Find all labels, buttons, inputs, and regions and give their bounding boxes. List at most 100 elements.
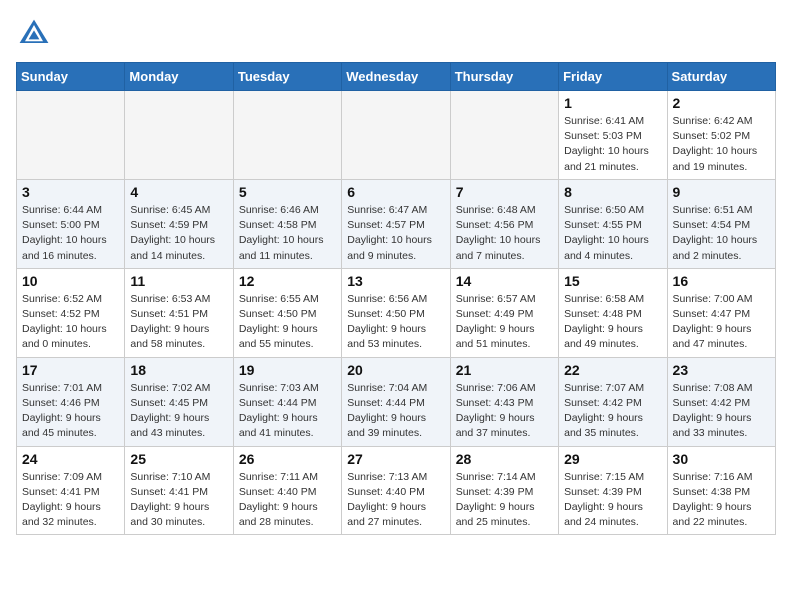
week-row-3: 10 Sunrise: 6:52 AMSunset: 4:52 PMDayligh… [17,268,776,357]
weekday-header-thursday: Thursday [450,63,558,91]
day-info: Sunrise: 7:15 AMSunset: 4:39 PMDaylight:… [564,470,661,531]
calendar-cell: 8 Sunrise: 6:50 AMSunset: 4:55 PMDaylight… [559,179,667,268]
day-info: Sunrise: 6:42 AMSunset: 5:02 PMDaylight:… [673,114,770,175]
calendar-cell: 2 Sunrise: 6:42 AMSunset: 5:02 PMDaylight… [667,91,775,180]
calendar-cell: 6Sunrise: 6:47 AMSunset: 4:57 PMDaylight… [342,179,450,268]
calendar: SundayMondayTuesdayWednesdayThursdayFrid… [16,62,776,535]
day-number: 16 [673,273,770,289]
day-number: 21 [456,362,553,378]
calendar-cell: 17Sunrise: 7:01 AMSunset: 4:46 PMDayligh… [17,357,125,446]
day-info: Sunrise: 7:16 AMSunset: 4:38 PMDaylight:… [673,470,770,531]
calendar-cell: 5Sunrise: 6:46 AMSunset: 4:58 PMDaylight… [233,179,341,268]
calendar-cell: 26 Sunrise: 7:11 AMSunset: 4:40 PMDayligh… [233,446,341,535]
calendar-cell: 10 Sunrise: 6:52 AMSunset: 4:52 PMDayligh… [17,268,125,357]
day-number: 1 [564,95,661,111]
day-info: Sunrise: 6:51 AMSunset: 4:54 PMDaylight:… [673,203,770,264]
calendar-cell: 22Sunrise: 7:07 AMSunset: 4:42 PMDayligh… [559,357,667,446]
day-info: Sunrise: 7:03 AMSunset: 4:44 PMDaylight:… [239,381,336,442]
calendar-cell: 15Sunrise: 6:58 AMSunset: 4:48 PMDayligh… [559,268,667,357]
calendar-cell: 14 Sunrise: 6:57 AMSunset: 4:49 PMDayligh… [450,268,558,357]
day-number: 9 [673,184,770,200]
day-info: Sunrise: 6:41 AMSunset: 5:03 PMDaylight:… [564,114,661,175]
day-info: Sunrise: 7:10 AMSunset: 4:41 PMDaylight:… [130,470,227,531]
calendar-cell: 24 Sunrise: 7:09 AMSunset: 4:41 PMDayligh… [17,446,125,535]
weekday-header-monday: Monday [125,63,233,91]
day-number: 13 [347,273,444,289]
day-number: 4 [130,184,227,200]
weekday-header-friday: Friday [559,63,667,91]
day-number: 24 [22,451,119,467]
day-number: 26 [239,451,336,467]
day-info: Sunrise: 7:08 AMSunset: 4:42 PMDaylight:… [673,381,770,442]
calendar-cell: 3 Sunrise: 6:44 AMSunset: 5:00 PMDaylight… [17,179,125,268]
logo-icon [16,16,52,52]
day-info: Sunrise: 6:53 AMSunset: 4:51 PMDaylight:… [130,292,227,353]
calendar-cell: 13 Sunrise: 6:56 AMSunset: 4:50 PMDayligh… [342,268,450,357]
day-info: Sunrise: 6:48 AMSunset: 4:56 PMDaylight:… [456,203,553,264]
calendar-cell: 12 Sunrise: 6:55 AMSunset: 4:50 PMDayligh… [233,268,341,357]
day-info: Sunrise: 6:45 AMSunset: 4:59 PMDaylight:… [130,203,227,264]
day-number: 15 [564,273,661,289]
day-number: 30 [673,451,770,467]
day-info: Sunrise: 7:04 AMSunset: 4:44 PMDaylight:… [347,381,444,442]
calendar-cell: 25 Sunrise: 7:10 AMSunset: 4:41 PMDayligh… [125,446,233,535]
logo [16,16,56,52]
calendar-cell: 18 Sunrise: 7:02 AMSunset: 4:45 PMDayligh… [125,357,233,446]
calendar-cell: 7 Sunrise: 6:48 AMSunset: 4:56 PMDaylight… [450,179,558,268]
calendar-cell: 23 Sunrise: 7:08 AMSunset: 4:42 PMDayligh… [667,357,775,446]
week-row-4: 17Sunrise: 7:01 AMSunset: 4:46 PMDayligh… [17,357,776,446]
calendar-cell: 30 Sunrise: 7:16 AMSunset: 4:38 PMDayligh… [667,446,775,535]
day-info: Sunrise: 7:06 AMSunset: 4:43 PMDaylight:… [456,381,553,442]
weekday-header-saturday: Saturday [667,63,775,91]
day-info: Sunrise: 6:55 AMSunset: 4:50 PMDaylight:… [239,292,336,353]
day-info: Sunrise: 6:56 AMSunset: 4:50 PMDaylight:… [347,292,444,353]
day-number: 2 [673,95,770,111]
day-number: 25 [130,451,227,467]
day-number: 12 [239,273,336,289]
day-info: Sunrise: 6:52 AMSunset: 4:52 PMDaylight:… [22,292,119,353]
calendar-cell: 28 Sunrise: 7:14 AMSunset: 4:39 PMDayligh… [450,446,558,535]
weekday-header-row: SundayMondayTuesdayWednesdayThursdayFrid… [17,63,776,91]
page-header [16,16,776,52]
calendar-cell: 4 Sunrise: 6:45 AMSunset: 4:59 PMDaylight… [125,179,233,268]
day-info: Sunrise: 7:00 AMSunset: 4:47 PMDaylight:… [673,292,770,353]
day-number: 7 [456,184,553,200]
day-number: 10 [22,273,119,289]
day-number: 23 [673,362,770,378]
calendar-cell: 29 Sunrise: 7:15 AMSunset: 4:39 PMDayligh… [559,446,667,535]
day-number: 28 [456,451,553,467]
day-number: 29 [564,451,661,467]
day-info: Sunrise: 7:13 AMSunset: 4:40 PMDaylight:… [347,470,444,531]
weekday-header-sunday: Sunday [17,63,125,91]
week-row-1: 1 Sunrise: 6:41 AMSunset: 5:03 PMDaylight… [17,91,776,180]
calendar-cell: 19 Sunrise: 7:03 AMSunset: 4:44 PMDayligh… [233,357,341,446]
calendar-cell [450,91,558,180]
day-info: Sunrise: 7:14 AMSunset: 4:39 PMDaylight:… [456,470,553,531]
calendar-cell [233,91,341,180]
day-number: 14 [456,273,553,289]
week-row-5: 24 Sunrise: 7:09 AMSunset: 4:41 PMDayligh… [17,446,776,535]
day-number: 8 [564,184,661,200]
day-number: 3 [22,184,119,200]
calendar-cell [17,91,125,180]
day-info: Sunrise: 6:44 AMSunset: 5:00 PMDaylight:… [22,203,119,264]
calendar-cell: 16 Sunrise: 7:00 AMSunset: 4:47 PMDayligh… [667,268,775,357]
calendar-cell: 21 Sunrise: 7:06 AMSunset: 4:43 PMDayligh… [450,357,558,446]
day-info: Sunrise: 7:01 AMSunset: 4:46 PMDaylight:… [22,381,119,442]
day-info: Sunrise: 7:09 AMSunset: 4:41 PMDaylight:… [22,470,119,531]
day-info: Sunrise: 7:11 AMSunset: 4:40 PMDaylight:… [239,470,336,531]
day-info: Sunrise: 6:46 AMSunset: 4:58 PMDaylight:… [239,203,336,264]
calendar-cell: 1 Sunrise: 6:41 AMSunset: 5:03 PMDaylight… [559,91,667,180]
day-info: Sunrise: 6:50 AMSunset: 4:55 PMDaylight:… [564,203,661,264]
day-number: 11 [130,273,227,289]
calendar-cell: 9 Sunrise: 6:51 AMSunset: 4:54 PMDaylight… [667,179,775,268]
day-number: 19 [239,362,336,378]
day-number: 20 [347,362,444,378]
weekday-header-tuesday: Tuesday [233,63,341,91]
day-number: 18 [130,362,227,378]
weekday-header-wednesday: Wednesday [342,63,450,91]
day-info: Sunrise: 6:57 AMSunset: 4:49 PMDaylight:… [456,292,553,353]
day-info: Sunrise: 7:02 AMSunset: 4:45 PMDaylight:… [130,381,227,442]
calendar-cell: 27Sunrise: 7:13 AMSunset: 4:40 PMDayligh… [342,446,450,535]
calendar-cell [342,91,450,180]
